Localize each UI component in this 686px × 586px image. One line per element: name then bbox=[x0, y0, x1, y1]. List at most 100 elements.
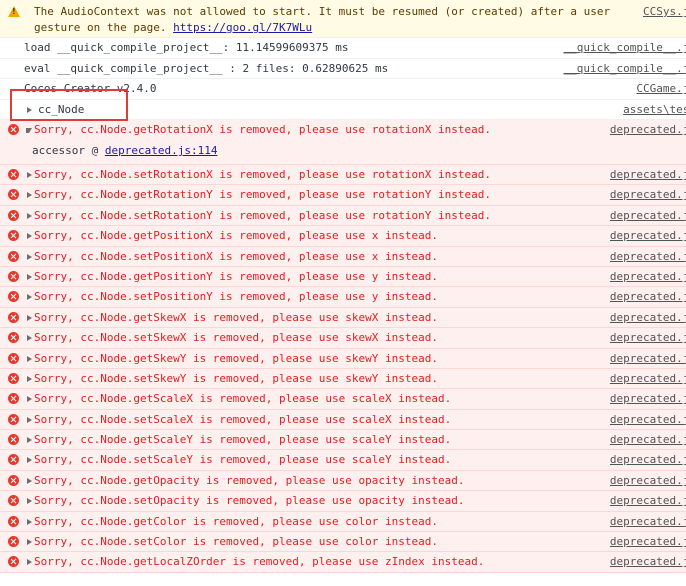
warning-source-link[interactable]: CCSys.js bbox=[643, 4, 686, 20]
error-message[interactable]: Sorry, cc.Node.getSkewY is removed, plea… bbox=[0, 348, 686, 369]
error-message[interactable]: Sorry, cc.Node.getPositionY is removed, … bbox=[0, 266, 686, 288]
error-source-link[interactable]: deprecated.js bbox=[610, 349, 686, 369]
log-source-link[interactable]: __quick_compile__.js bbox=[564, 59, 686, 79]
error-message[interactable]: Sorry, cc.Node.getSkewX is removed, plea… bbox=[0, 307, 686, 329]
error-text: Sorry, cc.Node.setSkewY is removed, plea… bbox=[34, 371, 438, 385]
error-source-link[interactable]: deprecated.js bbox=[610, 491, 686, 511]
error-message[interactable]: Sorry, cc.Node.setRotationX is removed, … bbox=[0, 165, 686, 186]
error-source-link[interactable]: deprecated.js bbox=[610, 267, 686, 287]
expand-triangle-icon[interactable] bbox=[27, 172, 32, 178]
error-icon bbox=[8, 169, 19, 180]
error-message-expanded[interactable]: Sorry, cc.Node.getRotationX is removed, … bbox=[0, 120, 686, 165]
error-message[interactable]: Sorry, cc.Node.setOpacity is removed, pl… bbox=[0, 491, 686, 512]
expand-triangle-icon[interactable] bbox=[27, 539, 32, 546]
expand-triangle-icon[interactable] bbox=[27, 375, 32, 382]
expand-triangle-icon[interactable] bbox=[27, 212, 32, 219]
expand-triangle-icon[interactable] bbox=[27, 416, 32, 423]
error-source-link[interactable]: deprecated.js bbox=[610, 389, 686, 409]
warning-link[interactable]: https://goo.gl/7K7WLu bbox=[173, 21, 312, 34]
error-source-link[interactable]: deprecated.js bbox=[610, 206, 686, 226]
error-source-link[interactable]: deprecated.js bbox=[610, 532, 686, 552]
expand-triangle-icon[interactable] bbox=[27, 273, 32, 280]
expand-triangle-icon[interactable] bbox=[27, 477, 32, 484]
error-message[interactable]: Sorry, cc.Node.getPositionX is removed, … bbox=[0, 226, 686, 247]
expand-triangle-icon[interactable] bbox=[27, 294, 32, 301]
error-text: Sorry, cc.Node.setScaleX is removed, ple… bbox=[34, 412, 452, 426]
group-source-link[interactable]: assets\test bbox=[623, 100, 686, 120]
warning-message[interactable]: The AudioContext was not allowed to star… bbox=[0, 0, 686, 38]
expand-triangle-icon[interactable] bbox=[27, 233, 32, 240]
error-icon bbox=[8, 189, 19, 201]
error-source-link[interactable]: deprecated.js bbox=[610, 120, 686, 140]
error-message[interactable]: Sorry, cc.Node.getRotationY is removed, … bbox=[0, 185, 686, 206]
error-text: Sorry, cc.Node.getPositionX is removed, … bbox=[34, 229, 438, 243]
expand-triangle-icon[interactable] bbox=[27, 437, 32, 444]
expand-triangle-icon[interactable] bbox=[27, 253, 32, 260]
error-message[interactable]: Sorry, cc.Node.setPositionY is removed, … bbox=[0, 287, 686, 308]
error-text: Sorry, cc.Node.getColor is removed, plea… bbox=[34, 514, 438, 528]
log-text: load __quick_compile_project__: 11.14599… bbox=[24, 41, 349, 54]
devtools-console: The AudioContext was not allowed to star… bbox=[0, 0, 686, 586]
error-source-link[interactable]: deprecated.js bbox=[610, 430, 686, 450]
error-text: Sorry, cc.Node.getOpacity is removed, pl… bbox=[34, 473, 465, 487]
log-source-link[interactable]: __quick_compile__.js bbox=[564, 38, 686, 58]
error-message[interactable]: Sorry, cc.Node.getScaleY is removed, ple… bbox=[0, 430, 686, 451]
error-text: Sorry, cc.Node.getRotationY is removed, … bbox=[34, 188, 491, 202]
error-icon bbox=[8, 230, 19, 242]
error-source-link[interactable]: deprecated.js bbox=[610, 328, 686, 348]
expand-triangle-icon[interactable] bbox=[27, 498, 32, 505]
error-message[interactable]: Sorry, cc.Node.getLocalZOrder is removed… bbox=[0, 552, 686, 573]
log-message[interactable]: load __quick_compile_project__: 11.14599… bbox=[0, 38, 686, 59]
error-icon bbox=[8, 270, 19, 282]
error-message[interactable]: Sorry, cc.Node.setColor is removed, plea… bbox=[0, 532, 686, 553]
error-source-link[interactable]: deprecated.js bbox=[610, 226, 686, 246]
error-text: Sorry, cc.Node.setRotationX is removed, … bbox=[34, 168, 491, 181]
error-source-link[interactable]: deprecated.js bbox=[610, 185, 686, 205]
expand-triangle-icon[interactable] bbox=[27, 559, 32, 566]
expand-triangle-icon[interactable] bbox=[27, 396, 32, 403]
highlight-annotation-box bbox=[10, 89, 128, 121]
error-message[interactable]: Sorry, cc.Node.setRotationY is removed, … bbox=[0, 205, 686, 227]
error-icon bbox=[8, 291, 19, 303]
error-source-link[interactable]: deprecated.js bbox=[610, 410, 686, 430]
error-message[interactable]: Sorry, cc.Node.setSkewY is removed, plea… bbox=[0, 368, 686, 390]
log-source-link[interactable]: CCGame.js bbox=[636, 79, 686, 99]
error-source-link[interactable]: deprecated.js bbox=[610, 369, 686, 389]
error-message[interactable]: Sorry, cc.Node.getOpacity is removed, pl… bbox=[0, 470, 686, 492]
expand-triangle-icon[interactable] bbox=[27, 355, 32, 362]
error-text: Sorry, cc.Node.getSkewX is removed, plea… bbox=[34, 310, 438, 324]
error-source-link[interactable]: deprecated.js bbox=[610, 450, 686, 470]
error-text: Sorry, cc.Node.setRotationY is removed, … bbox=[34, 208, 491, 222]
error-source-link[interactable]: deprecated.js bbox=[610, 471, 686, 491]
error-message[interactable]: Sorry, cc.Node.setPositionX is removed, … bbox=[0, 246, 686, 267]
error-source-link[interactable]: deprecated.js bbox=[610, 308, 686, 328]
log-text: eval __quick_compile_project__ : 2 files… bbox=[24, 61, 389, 75]
error-icon bbox=[8, 352, 19, 364]
error-source-link[interactable]: deprecated.js bbox=[610, 512, 686, 532]
error-text: Sorry, cc.Node.setPositionY is removed, … bbox=[34, 290, 438, 304]
error-icon bbox=[8, 556, 19, 568]
error-text: Sorry, cc.Node.getPositionY is removed, … bbox=[34, 269, 438, 283]
collapse-triangle-icon[interactable] bbox=[26, 128, 32, 133]
expand-triangle-icon[interactable] bbox=[27, 457, 32, 464]
expand-triangle-icon[interactable] bbox=[27, 192, 32, 199]
error-message[interactable]: Sorry, cc.Node.setSkewX is removed, plea… bbox=[0, 328, 686, 349]
expand-triangle-icon[interactable] bbox=[27, 518, 32, 525]
error-source-link[interactable]: deprecated.js bbox=[610, 247, 686, 267]
expand-triangle-icon[interactable] bbox=[27, 335, 32, 342]
error-message[interactable]: Sorry, cc.Node.setScaleY is removed, ple… bbox=[0, 450, 686, 471]
error-message[interactable]: Sorry, cc.Node.getColor is removed, plea… bbox=[0, 511, 686, 533]
error-source-link[interactable]: deprecated.js bbox=[610, 165, 686, 185]
log-message[interactable]: eval __quick_compile_project__ : 2 files… bbox=[0, 59, 686, 79]
error-icon bbox=[8, 393, 19, 405]
error-message[interactable]: Sorry, cc.Node.setScaleX is removed, ple… bbox=[0, 409, 686, 431]
error-message[interactable]: Sorry, cc.Node.getScaleX is removed, ple… bbox=[0, 389, 686, 410]
error-text: Sorry, cc.Node.setColor is removed, plea… bbox=[34, 535, 438, 549]
error-source-link[interactable]: deprecated.js bbox=[610, 552, 686, 572]
stack-trace-link[interactable]: deprecated.js:114 bbox=[105, 144, 218, 157]
error-text: Sorry, cc.Node.getRotationX is removed, … bbox=[34, 123, 491, 136]
error-icon bbox=[8, 474, 19, 486]
error-source-link[interactable]: deprecated.js bbox=[610, 287, 686, 307]
error-text: Sorry, cc.Node.setScaleY is removed, ple… bbox=[34, 453, 452, 467]
expand-triangle-icon[interactable] bbox=[27, 314, 32, 321]
